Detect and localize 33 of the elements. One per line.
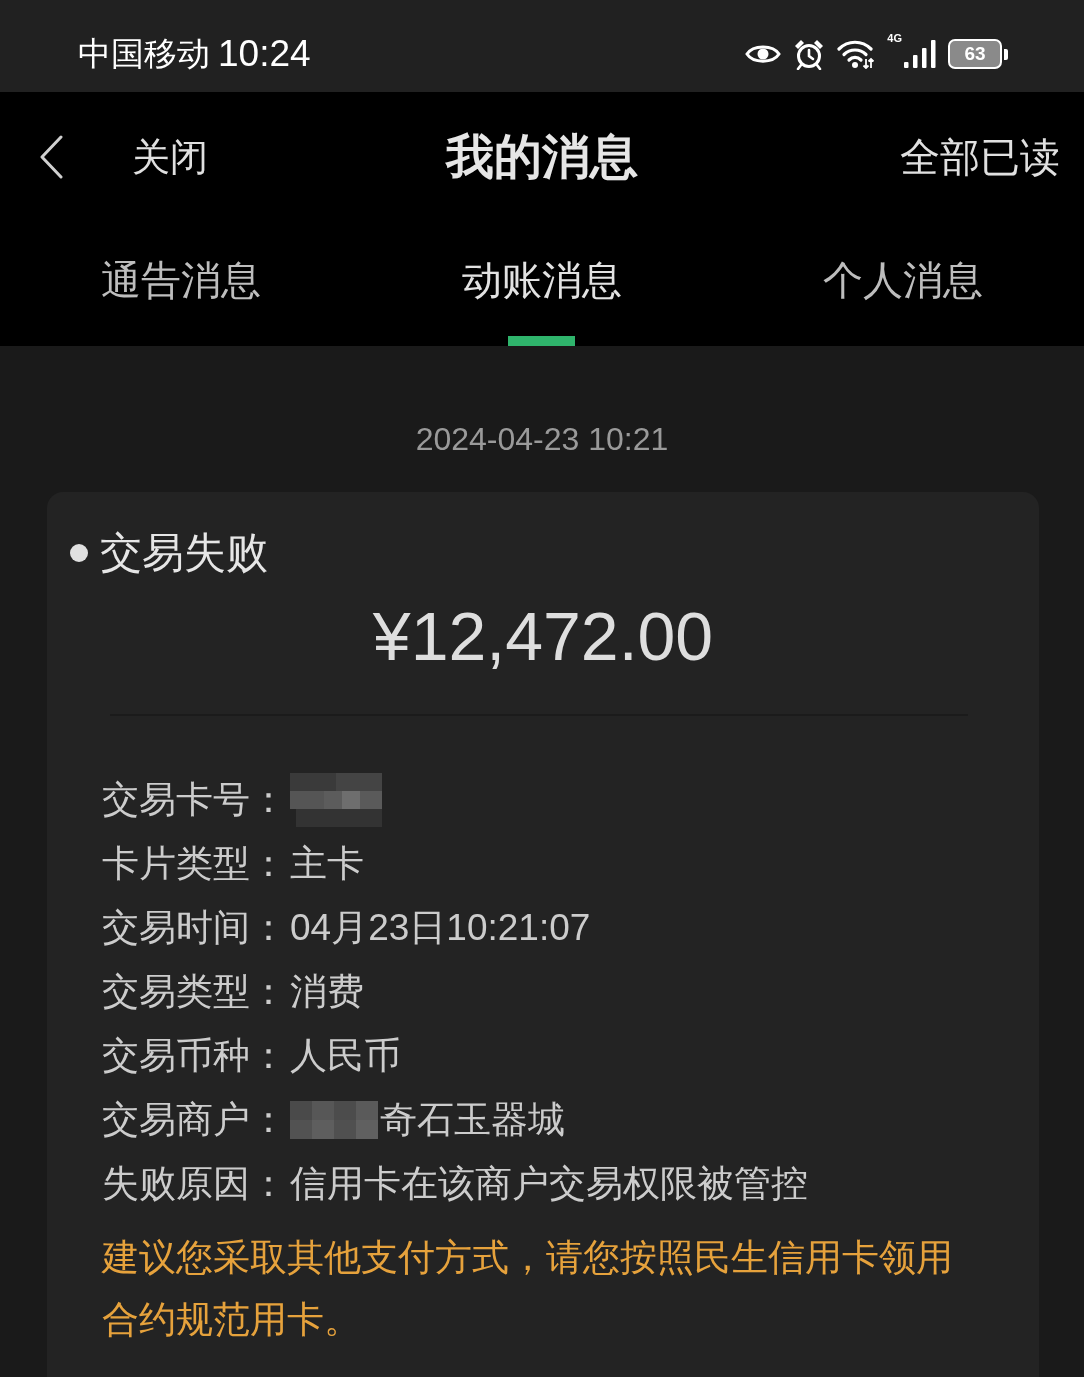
network-type-label: 4G bbox=[887, 32, 902, 44]
field-label: 交易卡号： bbox=[102, 778, 288, 822]
transaction-status: 交易失败 bbox=[100, 528, 268, 578]
eye-icon bbox=[745, 42, 782, 66]
field-label: 交易商户： bbox=[102, 1098, 288, 1142]
notice-text: 建议您采取其他支付方式，请您按照民生信用卡领用合约规范用卡。 bbox=[102, 1236, 954, 1342]
field-label: 交易时间： bbox=[102, 906, 288, 950]
field-value: 奇石玉器城 bbox=[380, 1098, 565, 1142]
field-label: 交易类型： bbox=[102, 970, 288, 1014]
selected-tab-indicator bbox=[508, 336, 576, 346]
tab[interactable]: 动账消息 bbox=[361, 222, 723, 346]
message-timestamp: 2024-04-23 10:21 bbox=[415, 420, 669, 459]
field-label: 卡片类型： bbox=[102, 842, 288, 886]
back-chevron-icon bbox=[38, 135, 64, 179]
tab[interactable]: 通告消息 bbox=[0, 222, 362, 346]
transaction-amount: ¥12,472.00 bbox=[372, 597, 714, 676]
field-value: 信用卡在该商户交易权限被管控 bbox=[290, 1162, 808, 1206]
field-value: 04月23日10:21:07 bbox=[290, 906, 591, 950]
page-title: 我的消息 bbox=[446, 129, 638, 185]
field-value: 人民币 bbox=[290, 1034, 401, 1078]
tab[interactable]: 个人消息 bbox=[722, 222, 1084, 346]
field-label: 失败原因： bbox=[102, 1162, 288, 1206]
alarm-clock-icon bbox=[793, 38, 826, 70]
field-value: 消费 bbox=[290, 970, 364, 1014]
field-value: 主卡 bbox=[290, 842, 364, 886]
close-button[interactable]: 关闭 bbox=[132, 132, 208, 182]
signal-strength-icon bbox=[904, 40, 936, 68]
status-time: 10:24 bbox=[218, 32, 311, 76]
wifi-icon bbox=[837, 39, 876, 69]
mark-all-read-button[interactable]: 全部已读 bbox=[900, 131, 1060, 183]
carrier-name: 中国移动 bbox=[78, 34, 210, 74]
battery-indicator: 63 bbox=[948, 39, 1008, 69]
field-label: 交易币种： bbox=[102, 1034, 288, 1078]
